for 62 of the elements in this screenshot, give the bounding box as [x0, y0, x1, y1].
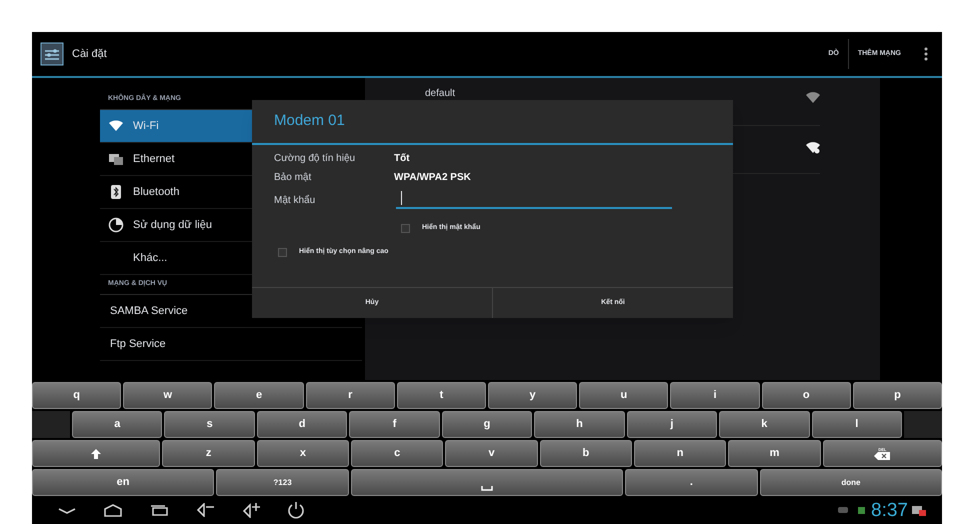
keyboard-key[interactable]: r — [306, 382, 395, 409]
keyboard-key[interactable]: f — [349, 411, 440, 438]
overflow-menu-icon — [924, 47, 928, 61]
keyboard-key[interactable]: k — [719, 411, 810, 438]
keyboard-key[interactable]: w — [123, 382, 212, 409]
keyboard-key[interactable]: y — [488, 382, 578, 409]
keyboard-key[interactable]: ?123 — [216, 469, 349, 496]
backspace-icon — [874, 452, 890, 460]
recent-apps-icon[interactable] — [149, 503, 169, 517]
keyboard-key[interactable]: s — [164, 411, 255, 438]
space-key[interactable] — [350, 469, 624, 496]
keyboard-key[interactable]: . — [625, 469, 758, 496]
field-value: WPA/WPA2 PSK — [394, 171, 471, 185]
network-cards-icon — [108, 151, 124, 167]
field-value: Tốt — [394, 152, 410, 166]
usb-icon — [838, 507, 848, 513]
keyboard-key[interactable]: h — [534, 411, 625, 438]
keyboard-key[interactable]: b — [540, 440, 632, 467]
bluetooth-icon — [108, 184, 124, 200]
password-field[interactable] — [396, 191, 672, 209]
keyboard-key[interactable]: a — [72, 411, 162, 438]
space-bar-icon — [480, 484, 493, 490]
keyboard-blank-area — [904, 411, 942, 438]
keyboard-key[interactable]: l — [812, 411, 902, 438]
keyboard-key[interactable]: o — [762, 382, 851, 409]
settings-item[interactable]: Ftp Service — [100, 328, 362, 361]
keyboard-key[interactable]: t — [396, 382, 486, 409]
status-icon — [858, 506, 866, 514]
field-label: Mật khẩu — [274, 194, 316, 208]
keyboard-key[interactable]: q — [32, 382, 122, 409]
home-icon[interactable] — [103, 503, 123, 517]
keyboard-blank-area — [32, 411, 70, 438]
keyboard-key[interactable]: e — [214, 382, 304, 409]
app-title: Cài đặt — [72, 46, 107, 62]
shift-arrow-icon — [90, 448, 102, 460]
network-name: default — [425, 87, 456, 101]
keyboard-key[interactable]: x — [256, 440, 350, 467]
keyboard-key[interactable]: done — [760, 469, 942, 496]
keyboard-key[interactable]: g — [442, 411, 532, 438]
volume-down-icon[interactable] — [195, 503, 215, 517]
keyboard-key[interactable]: v — [445, 440, 538, 467]
keyboard-key[interactable]: i — [670, 382, 760, 409]
keyboard-key[interactable]: u — [579, 382, 668, 409]
keyboard-key[interactable]: n — [634, 440, 726, 467]
dialog-title: Modem 01 — [252, 100, 733, 145]
power-icon[interactable] — [287, 501, 305, 519]
keyboard-key[interactable]: z — [162, 440, 255, 467]
keyboard-key[interactable]: en — [32, 469, 214, 496]
clock-time: 8:37 — [871, 500, 908, 520]
keyboard-key[interactable]: m — [728, 440, 821, 467]
pie-chart-icon — [108, 217, 124, 233]
settings-icon — [40, 42, 64, 66]
keyboard-key[interactable]: d — [256, 411, 348, 438]
keyboard-key[interactable]: c — [351, 440, 444, 467]
volume-up-icon[interactable] — [241, 502, 261, 518]
checkbox[interactable] — [401, 224, 410, 232]
keyboard-key[interactable]: j — [626, 411, 718, 438]
keyboard-key[interactable]: p — [852, 382, 942, 409]
field-label: Cường độ tín hiệu — [274, 152, 356, 166]
shift-key[interactable] — [32, 440, 160, 467]
checkbox[interactable] — [278, 248, 287, 256]
notification-icon — [912, 504, 926, 516]
